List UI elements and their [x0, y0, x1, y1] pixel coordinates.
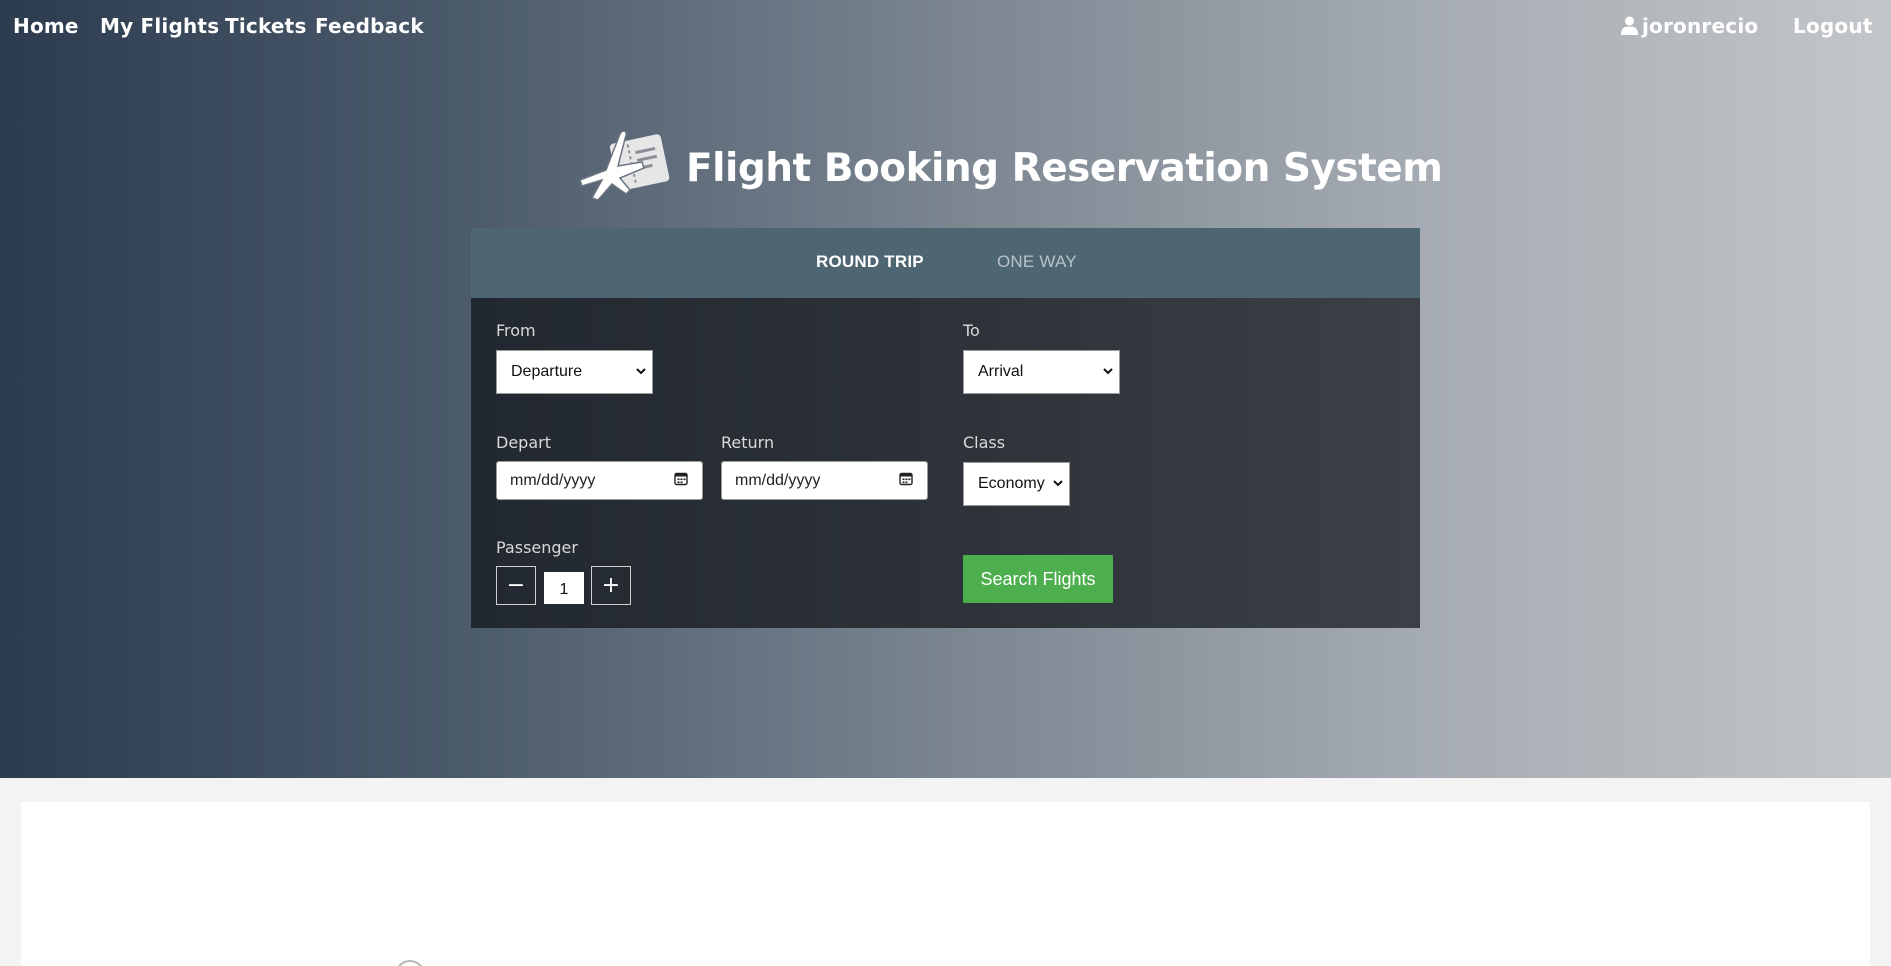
class-select-value: Economy — [978, 475, 1045, 492]
return-label: Return — [721, 433, 775, 452]
nav-user-link[interactable]: joronrecio — [1621, 14, 1758, 40]
depart-label: Depart — [496, 433, 551, 452]
return-date-placeholder: mm/dd/yyyy — [735, 471, 821, 489]
nav-username: joronrecio — [1642, 14, 1759, 38]
nav-home-link[interactable]: Home — [13, 14, 79, 38]
passenger-increment-button[interactable]: + — [591, 566, 631, 605]
calendar-icon[interactable] — [674, 471, 688, 490]
tab-one-way[interactable]: ONE WAY — [997, 252, 1077, 272]
user-icon — [1621, 16, 1638, 40]
chevron-down-icon — [636, 366, 646, 378]
passenger-label: Passenger — [496, 538, 578, 557]
plane-ticket-icon — [572, 126, 676, 210]
search-flights-button[interactable]: Search Flights — [963, 555, 1113, 603]
return-date-input[interactable]: mm/dd/yyyy — [721, 461, 928, 500]
chevron-down-icon — [1053, 478, 1063, 490]
passenger-decrement-button[interactable]: − — [496, 566, 536, 605]
depart-date-input[interactable]: mm/dd/yyyy — [496, 461, 703, 500]
from-select[interactable]: Departure — [496, 350, 653, 394]
trip-type-tabs: ROUND TRIP ONE WAY — [471, 228, 1420, 298]
to-select[interactable]: Arrival — [963, 350, 1120, 394]
passenger-count-input[interactable]: 1 — [544, 572, 584, 604]
depart-date-placeholder: mm/dd/yyyy — [510, 471, 596, 489]
nav-logout-link[interactable]: Logout — [1793, 14, 1873, 38]
brand-header: Flight Booking Reservation System — [572, 126, 1443, 210]
chevron-down-icon — [1103, 366, 1113, 378]
to-label: To — [963, 321, 980, 340]
flight-search-form: ROUND TRIP ONE WAY From Departure To Arr… — [471, 228, 1420, 628]
nav-my-flights-link[interactable]: My Flights — [100, 14, 219, 38]
from-select-value: Departure — [511, 363, 583, 380]
top-navbar: Home My Flights Tickets Feedback joronre… — [0, 0, 1891, 54]
to-select-value: Arrival — [978, 363, 1024, 380]
calendar-icon[interactable] — [899, 471, 913, 490]
content-panel — [21, 802, 1870, 966]
class-select[interactable]: Economy — [963, 462, 1070, 506]
tab-round-trip[interactable]: ROUND TRIP — [816, 252, 924, 272]
nav-tickets-link[interactable]: Tickets — [225, 14, 307, 38]
page-title: Flight Booking Reservation System — [686, 145, 1443, 191]
class-label: Class — [963, 433, 1006, 452]
nav-feedback-link[interactable]: Feedback — [315, 14, 424, 38]
from-label: From — [496, 321, 536, 340]
